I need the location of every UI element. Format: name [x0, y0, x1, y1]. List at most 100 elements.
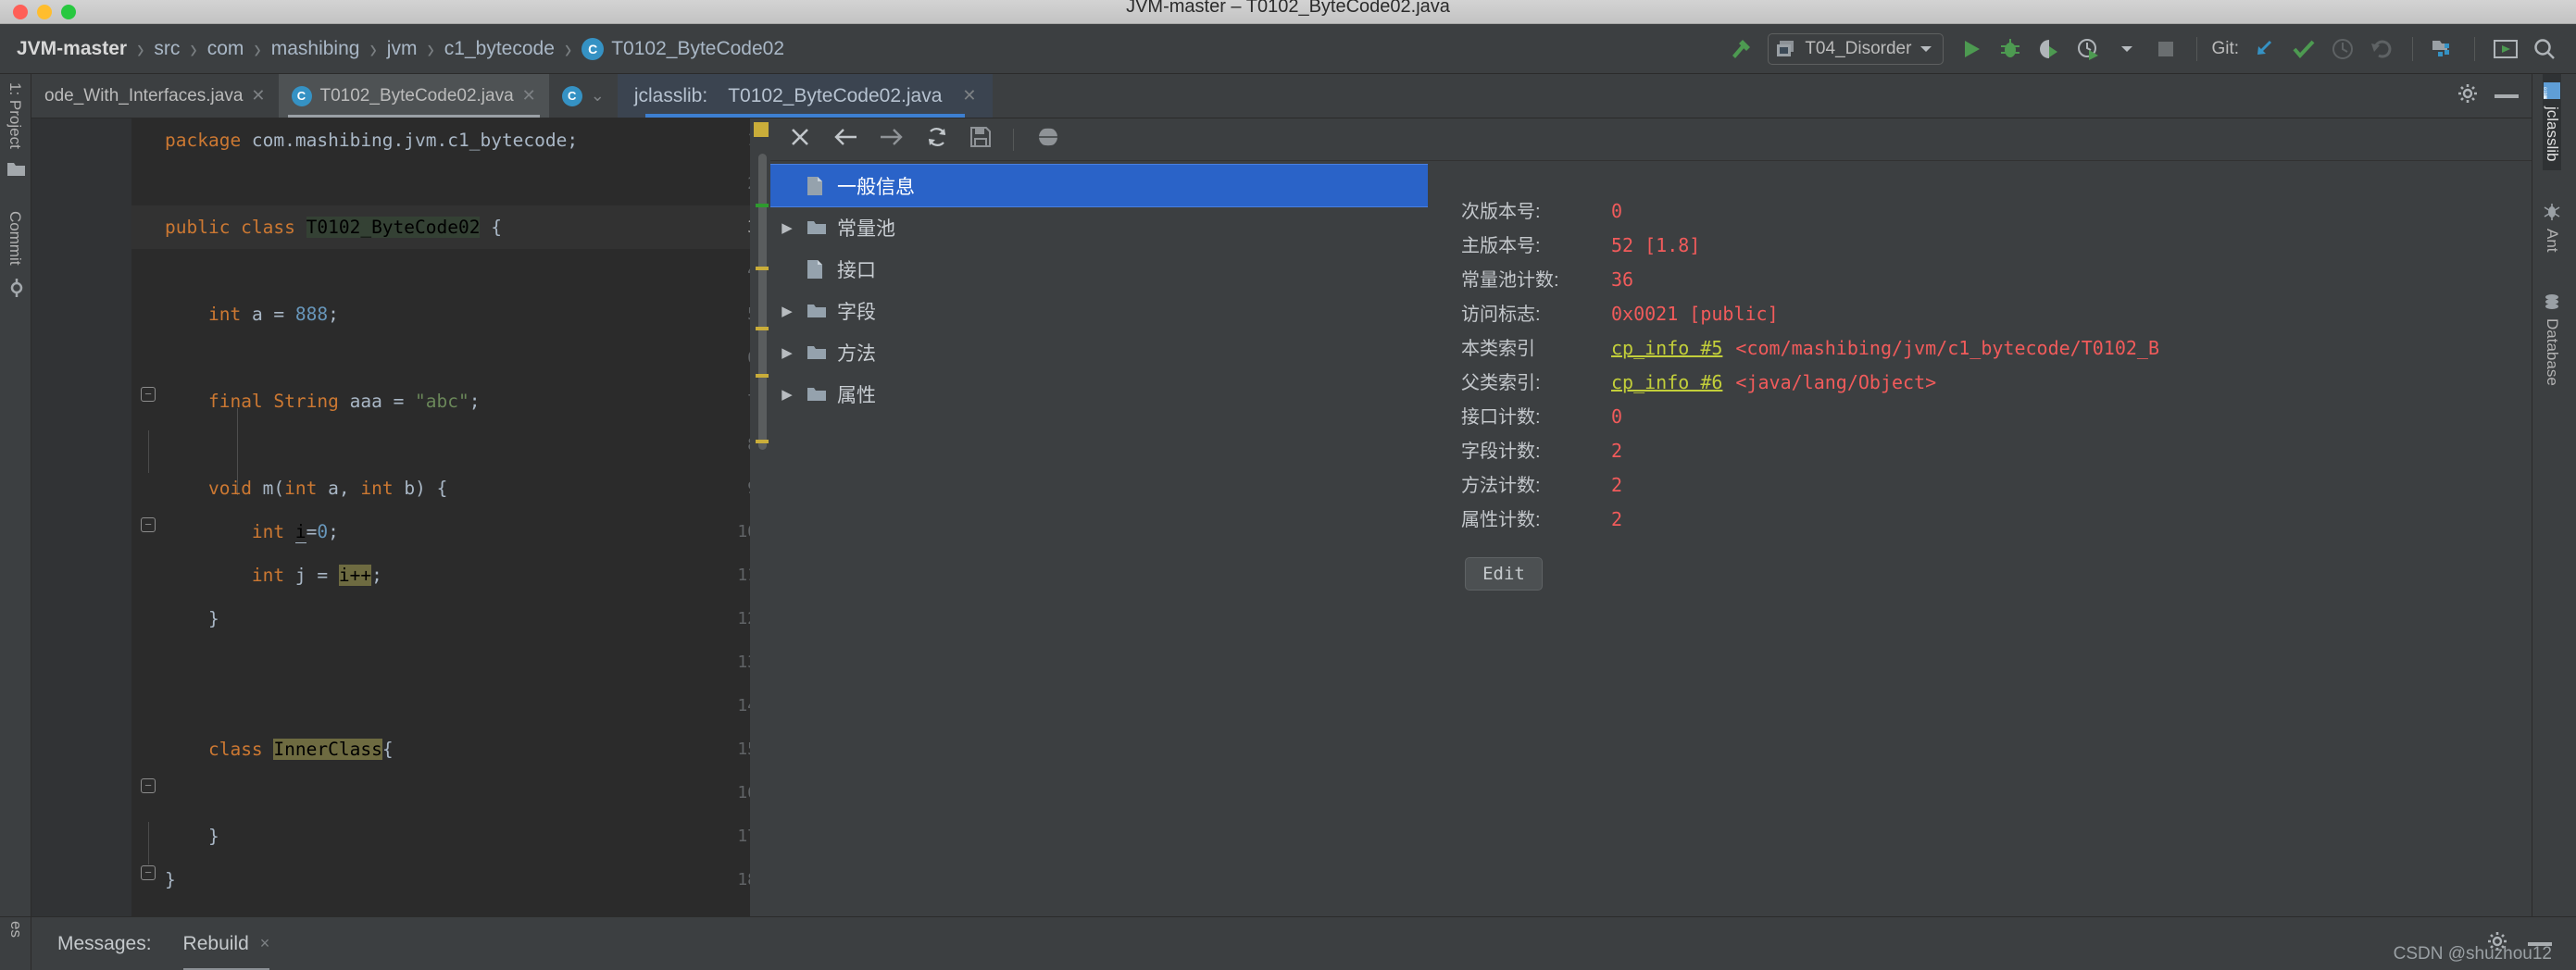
- tree-node[interactable]: ▶ 属性: [770, 373, 1428, 415]
- code-line[interactable]: package com.mashibing.jvm.c1_bytecode;: [165, 118, 750, 162]
- code-token: void: [207, 478, 263, 499]
- tree-node[interactable]: ▶ 字段: [770, 290, 1428, 331]
- edit-button[interactable]: Edit: [1465, 557, 1543, 591]
- tab-code-with-interfaces[interactable]: ode_With_Interfaces.java ✕: [31, 74, 279, 118]
- search-everywhere-icon[interactable]: [2528, 32, 2561, 66]
- code-line[interactable]: }: [165, 815, 750, 858]
- profiler-dropdown-icon[interactable]: [2110, 32, 2144, 66]
- close-icon[interactable]: ✕: [522, 86, 536, 106]
- editor-scrollbar-thumb[interactable]: [758, 154, 767, 450]
- expand-arrow-icon[interactable]: ▶: [774, 344, 800, 361]
- code-token: ;: [328, 521, 339, 542]
- build-hammer-icon[interactable]: [1723, 32, 1757, 66]
- tree-node[interactable]: ▶ 常量池: [770, 206, 1428, 248]
- code-token: 0: [317, 521, 329, 542]
- tree-node[interactable]: ▶接口: [770, 248, 1428, 290]
- close-icon[interactable]: ✕: [962, 86, 976, 106]
- cp-info-link[interactable]: cp_info #6: [1611, 371, 1722, 393]
- browse-web-icon[interactable]: [1032, 125, 1064, 154]
- run-icon[interactable]: [1955, 32, 1988, 66]
- info-label: 字段计数:: [1461, 441, 1541, 462]
- sidebar-item-commit[interactable]: Commit: [6, 203, 24, 274]
- git-update-icon[interactable]: [2248, 32, 2282, 66]
- class-structure-tree[interactable]: ▶一般信息 ▶ 常量池 ▶接口 ▶ 字段 ▶ 方法 ▶ 属性: [770, 161, 1428, 916]
- breadcrumb-item-project[interactable]: JVM-master: [17, 38, 127, 60]
- breadcrumb-item-class[interactable]: T0102_ByteCode02: [611, 38, 784, 60]
- tree-node[interactable]: ▶一般信息: [770, 164, 1428, 207]
- git-rollback-icon[interactable]: [2365, 32, 2398, 66]
- expand-arrow-icon[interactable]: ▶: [774, 386, 800, 403]
- code-line[interactable]: public class T0102_ByteCode02 {: [165, 205, 750, 249]
- general-info-detail: 次版本号: 0 主版本号: 52 [1.8] 常量池计数: 36 访问标志: 0x0021 […: [1428, 161, 2532, 916]
- tab-overflow[interactable]: C ⌄: [549, 74, 618, 118]
- project-structure-icon[interactable]: [2427, 32, 2460, 66]
- breadcrumb-item-c1-bytecode[interactable]: c1_bytecode: [444, 38, 555, 60]
- gear-icon[interactable]: [2457, 83, 2478, 108]
- code-line[interactable]: }: [165, 597, 750, 640]
- expand-arrow-icon[interactable]: ▶: [774, 303, 800, 319]
- forward-arrow-icon[interactable]: [880, 127, 904, 152]
- reload-icon[interactable]: [926, 126, 948, 153]
- messages-vertical-label[interactable]: es: [6, 921, 25, 938]
- code-line[interactable]: [165, 423, 750, 466]
- code-line[interactable]: int a = 888;: [165, 292, 750, 336]
- folder-icon: [807, 303, 831, 319]
- info-label: 属性计数:: [1461, 510, 1541, 530]
- sidebar-item-ant[interactable]: Ant: [2543, 194, 2561, 261]
- code-line[interactable]: }: [165, 858, 750, 902]
- run-coverage-icon[interactable]: [2032, 32, 2066, 66]
- code-line[interactable]: [165, 162, 750, 205]
- code-line[interactable]: int i=0;: [165, 510, 750, 553]
- breadcrumb-item-jvm[interactable]: jvm: [387, 38, 418, 60]
- debug-icon[interactable]: [1994, 32, 2027, 66]
- git-history-icon[interactable]: [2326, 32, 2359, 66]
- code-line[interactable]: void m(int a, int b) {: [165, 466, 750, 510]
- code-line[interactable]: [165, 902, 750, 916]
- tab-t0102-bytecode02[interactable]: C T0102_ByteCode02.java ✕: [278, 74, 549, 118]
- tree-node[interactable]: ▶ 方法: [770, 331, 1428, 373]
- fold-toggle-icon[interactable]: −: [141, 517, 156, 532]
- code-line[interactable]: [165, 336, 750, 379]
- code-line[interactable]: int j = i++;: [165, 553, 750, 597]
- close-icon[interactable]: ×: [260, 934, 270, 953]
- code-line[interactable]: class InnerClass{: [165, 728, 750, 771]
- run-configuration-selector[interactable]: T04_Disorder: [1768, 32, 1945, 65]
- chevron-down-icon[interactable]: ⌄: [591, 86, 605, 106]
- fold-toggle-icon[interactable]: −: [141, 387, 156, 402]
- code-token: =: [317, 565, 339, 586]
- sidebar-item-jclasslib[interactable]: 011010010110 jclasslib: [2542, 74, 2561, 170]
- git-commit-icon[interactable]: [2287, 32, 2320, 66]
- code-line[interactable]: [165, 684, 750, 728]
- cp-info-link[interactable]: cp_info #5: [1611, 337, 1722, 359]
- run-profiler-icon[interactable]: [2071, 32, 2105, 66]
- editor-scroll-gutter[interactable]: [750, 118, 770, 916]
- close-icon[interactable]: ✕: [251, 86, 265, 106]
- close-icon[interactable]: [789, 126, 811, 153]
- back-arrow-icon[interactable]: [833, 127, 857, 152]
- code-editor[interactable]: 1234567891011121314151617181920 − − − − …: [31, 118, 770, 916]
- code-line[interactable]: [165, 249, 750, 292]
- fold-toggle-icon[interactable]: −: [141, 778, 156, 793]
- tree-node-label: 字段: [837, 301, 876, 323]
- tab-rebuild[interactable]: Rebuild ×: [182, 933, 270, 970]
- sidebar-item-project[interactable]: 1: Project: [6, 74, 24, 157]
- stop-icon[interactable]: [2149, 32, 2182, 66]
- change-marker: [756, 204, 769, 207]
- code-line[interactable]: final String aaa = "abc";: [165, 379, 750, 423]
- breadcrumb-item-src[interactable]: src: [154, 38, 180, 60]
- hide-panel-icon[interactable]: [2495, 93, 2519, 98]
- breadcrumb-item-com[interactable]: com: [207, 38, 244, 60]
- fold-toggle-icon[interactable]: −: [141, 865, 156, 880]
- info-row: 常量池计数: 36: [1461, 265, 2532, 299]
- sidebar-item-database[interactable]: Database: [2543, 284, 2561, 394]
- breadcrumb-item-mashibing[interactable]: mashibing: [271, 38, 360, 60]
- tab-jclasslib-view[interactable]: jclasslib: T0102_ByteCode02.java ✕: [617, 74, 994, 118]
- code-line[interactable]: [165, 771, 750, 815]
- expand-arrow-icon[interactable]: ▶: [774, 219, 800, 236]
- code-text[interactable]: package com.mashibing.jvm.c1_bytecode;pu…: [165, 118, 750, 916]
- ide-window: JVM-master – T0102_ByteCode02.java JVM-m…: [0, 0, 2576, 970]
- run-anything-icon[interactable]: [2489, 32, 2522, 66]
- save-icon[interactable]: [970, 127, 991, 152]
- warning-marker[interactable]: [754, 122, 769, 137]
- code-line[interactable]: [165, 640, 750, 684]
